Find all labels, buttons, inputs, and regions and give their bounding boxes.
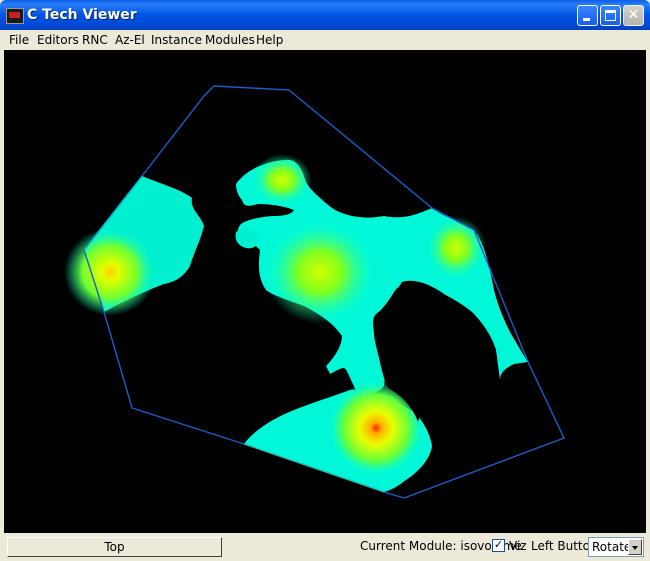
minimize-icon [583,18,590,21]
3d-viewport[interactable] [4,50,646,533]
chevron-down-icon[interactable] [628,539,642,555]
close-icon: ✕ [627,7,640,23]
isovolume-render [64,85,565,499]
peak-right [426,216,486,280]
menu-file[interactable]: File [9,33,29,47]
title-bar[interactable]: C Tech Viewer ✕ [0,0,650,30]
menu-az-el[interactable]: Az-El [115,33,145,47]
peak-top [252,154,312,206]
menu-help[interactable]: Help [256,33,283,47]
menu-rnc[interactable]: RNC [82,33,108,47]
minimize-button[interactable] [577,5,598,26]
maximize-button[interactable] [600,5,621,26]
peak-left [64,228,156,316]
maximize-icon [605,10,616,21]
close-button[interactable]: ✕ [623,5,644,26]
menu-editors[interactable]: Editors [37,33,79,47]
menu-instance[interactable]: Instance [151,33,202,47]
peak-center [264,220,376,324]
menu-bar: File Editors RNC Az-El Instance Modules … [4,30,646,49]
left-button-mode-select[interactable]: Rotate [588,537,644,557]
top-view-button[interactable]: Top [7,537,222,557]
window-title: C Tech Viewer [27,7,137,23]
status-bar: Top Current Module: isovolume ✓ Viz Left… [4,534,646,558]
viz-checkbox[interactable]: ✓ [492,538,505,552]
menu-modules[interactable]: Modules [205,33,255,47]
app-window: C Tech Viewer ✕ File Editors RNC Az-El I… [0,0,650,561]
viz-label: Viz [509,539,527,553]
hole-top-left [204,215,234,245]
check-icon: ✓ [493,538,504,551]
left-button-mode-value: Rotate [592,540,632,554]
app-icon[interactable] [6,8,24,24]
